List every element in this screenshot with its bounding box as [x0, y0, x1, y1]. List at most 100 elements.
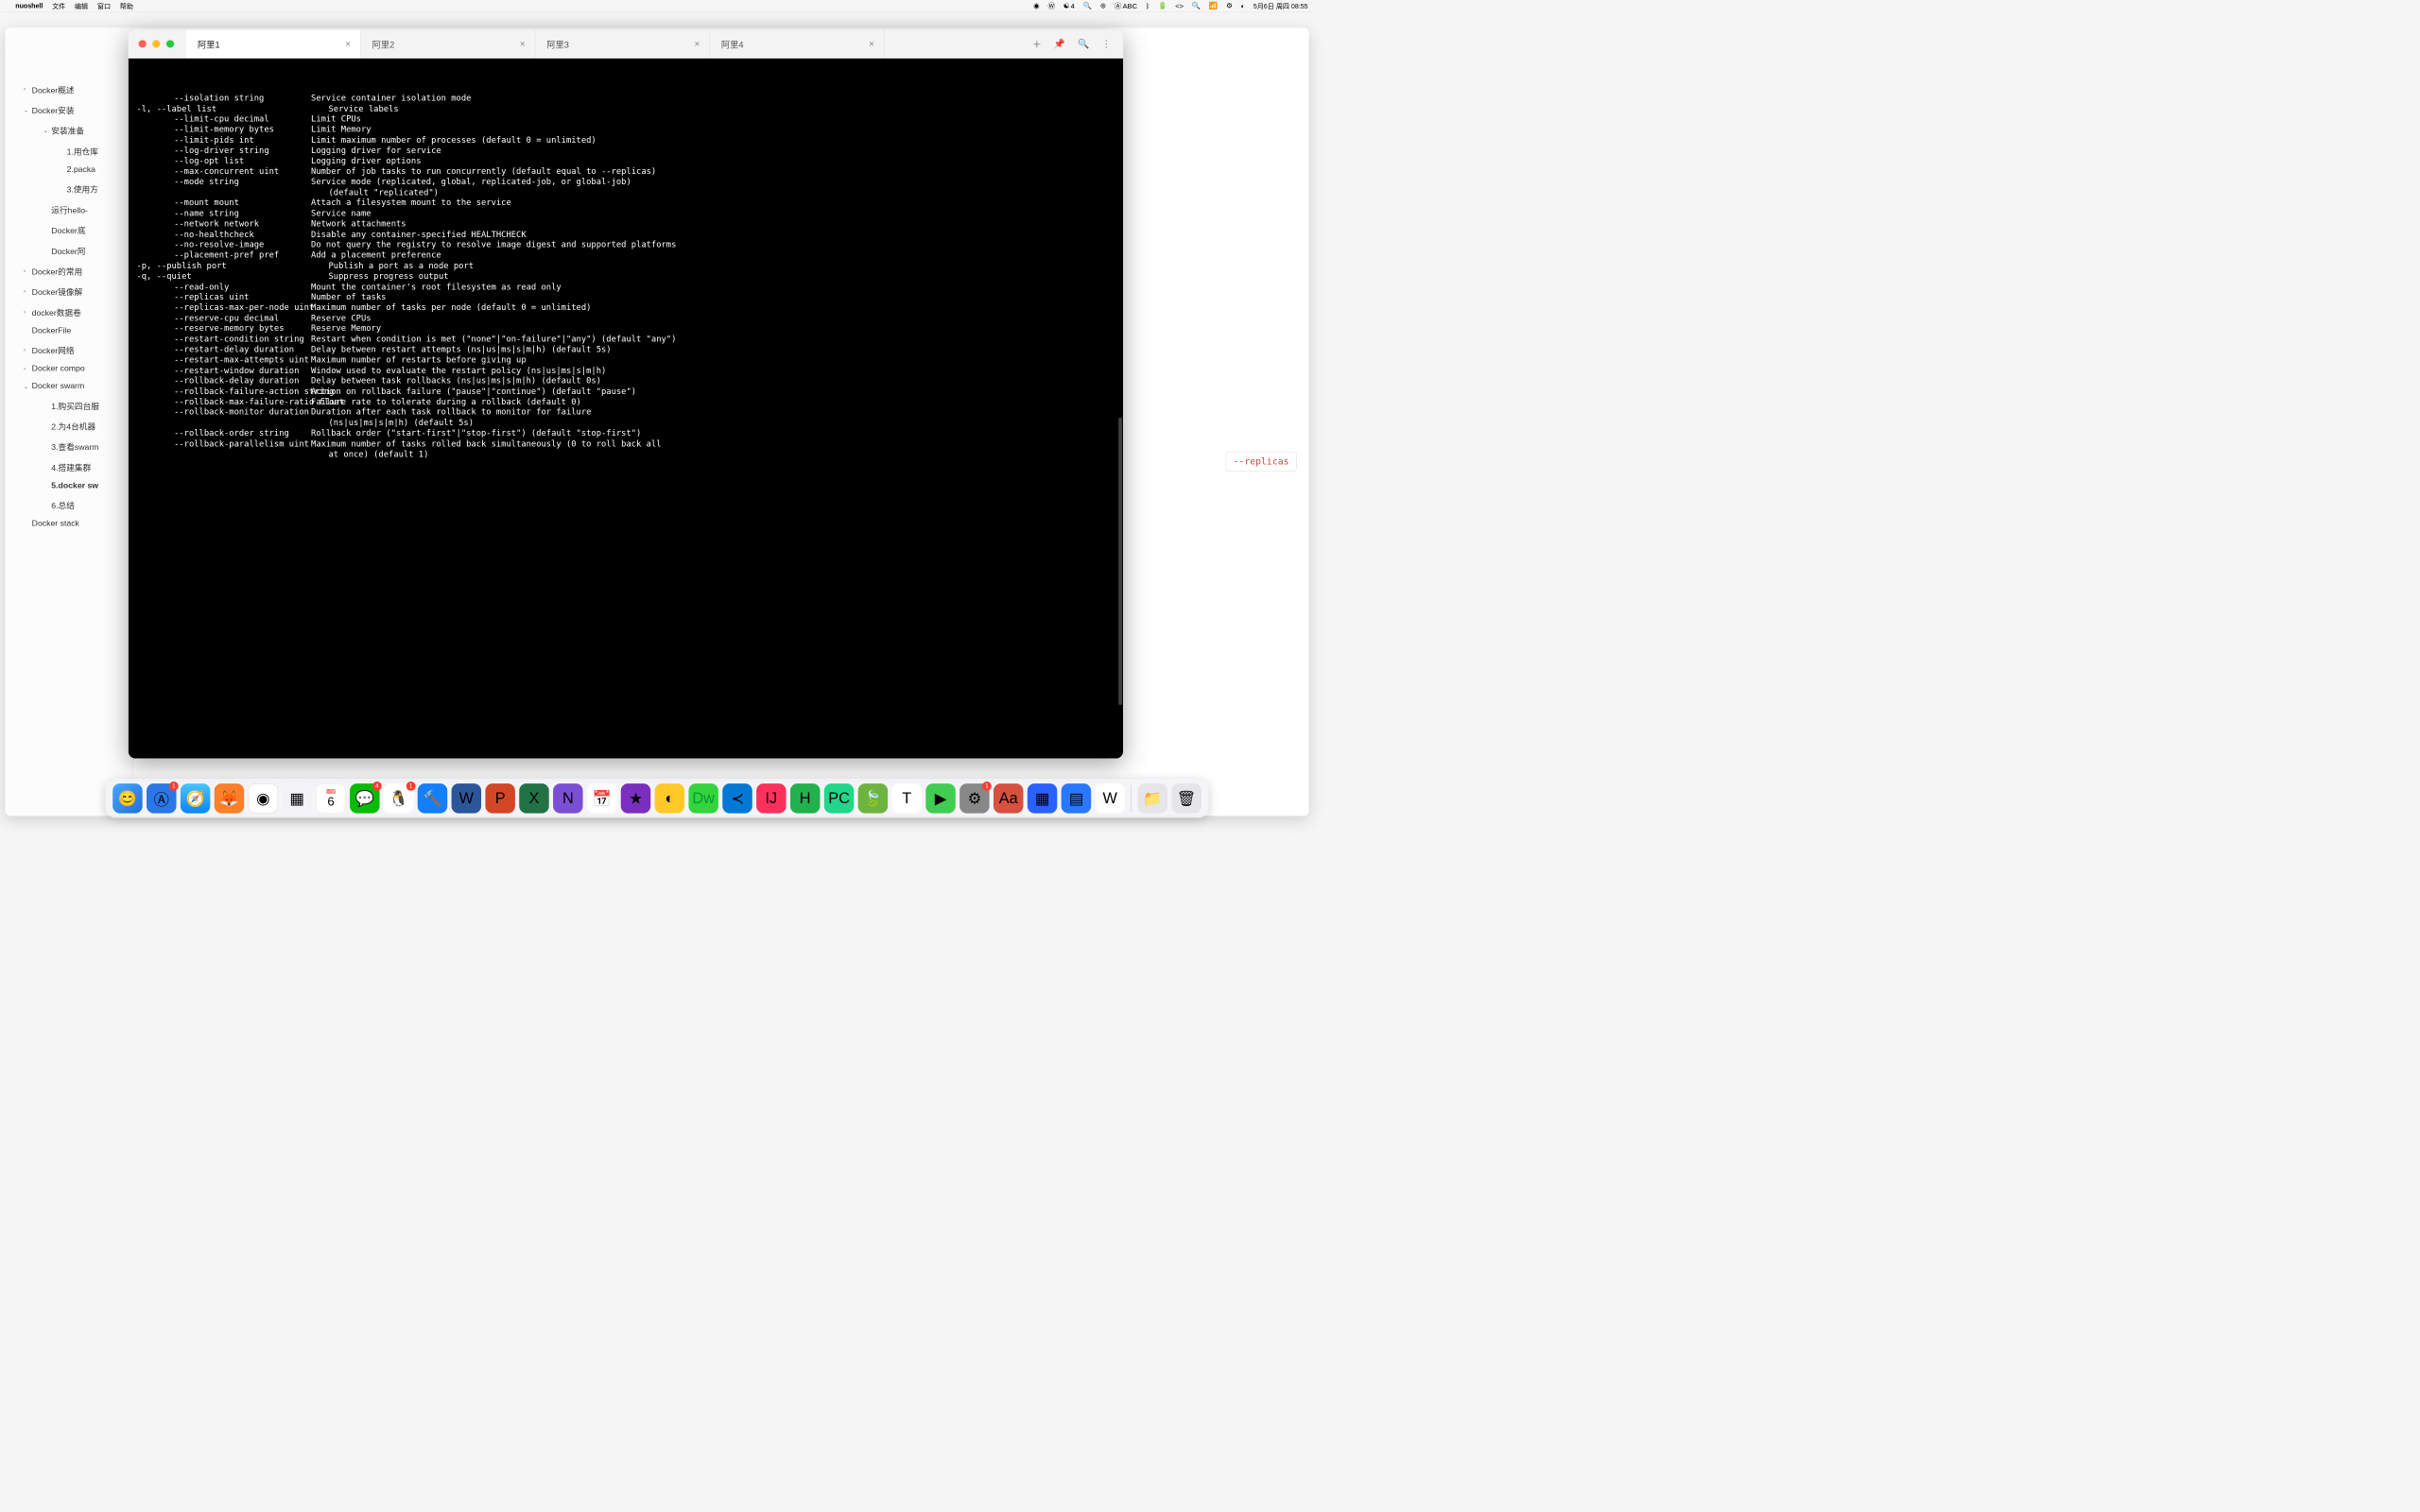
creative-cloud-icon[interactable]: ⊚: [1100, 2, 1106, 10]
wechat-status-icon[interactable]: ☯ 4: [1063, 2, 1075, 10]
spotlight-icon[interactable]: 🔍: [1192, 2, 1201, 10]
dock-dreamweaver[interactable]: Dw: [688, 783, 717, 813]
menu-edit[interactable]: 编辑: [75, 1, 88, 10]
dock-wechat[interactable]: 💬4: [350, 783, 379, 813]
sidebar-item[interactable]: 4.搭建集群: [5, 456, 132, 477]
menu-help[interactable]: 帮助: [120, 1, 133, 10]
terminal-tab[interactable]: 阿里1✕: [186, 29, 361, 58]
tab-close-icon[interactable]: ✕: [694, 40, 700, 48]
record-icon[interactable]: ◉: [1033, 2, 1040, 10]
new-tab-button[interactable]: ＋: [1032, 37, 1042, 50]
menu-window[interactable]: 窗口: [97, 1, 111, 10]
sidebar-item[interactable]: Docker阿: [5, 240, 132, 261]
sidebar-item[interactable]: ⌄Docker swarm: [5, 378, 132, 395]
sidebar-item[interactable]: 5.docker sw: [5, 477, 132, 494]
sidebar-item[interactable]: 3.查看swarm: [5, 437, 132, 457]
siri-icon[interactable]: ◐: [1241, 2, 1246, 10]
dock-numbers[interactable]: ▤: [1062, 783, 1091, 813]
sidebar-item-label: 2.packa: [67, 165, 95, 175]
sidebar-item[interactable]: ›Docker网络: [5, 339, 132, 360]
input-method-icon[interactable]: Ⓐ ABC: [1115, 1, 1137, 11]
dock-imovie[interactable]: ★: [621, 783, 650, 813]
dock-launchpad[interactable]: ▦: [282, 783, 311, 813]
control-center-icon[interactable]: ⚙: [1226, 2, 1233, 10]
dock-powerpoint[interactable]: P: [485, 783, 514, 813]
scrollbar[interactable]: [1118, 418, 1122, 705]
dock-xcode[interactable]: 🔨: [418, 783, 447, 813]
sidebar-item[interactable]: ⌄Docker安装: [5, 99, 132, 120]
option-flag: --no-healthcheck: [136, 229, 311, 239]
dock-dictionary[interactable]: Aa: [994, 783, 1023, 813]
sidebar-item[interactable]: 2.packa: [5, 162, 132, 179]
close-icon[interactable]: [139, 40, 147, 47]
sidebar-item[interactable]: ⌄安装准备: [5, 120, 132, 141]
dock-onenote[interactable]: N: [553, 783, 582, 813]
dock-finder[interactable]: 😊: [112, 783, 142, 813]
dock-calendar2[interactable]: 📅: [587, 783, 616, 813]
dock-yellow-app[interactable]: ◐: [655, 783, 684, 813]
terminal-tab[interactable]: 阿里4 ✕: [710, 29, 885, 58]
sidebar-item[interactable]: Docker底: [5, 219, 132, 240]
sidebar-item[interactable]: 6.总结: [5, 494, 132, 515]
dock-intellij[interactable]: IJ: [756, 783, 786, 813]
sidebar-item[interactable]: ›Docker的常用: [5, 261, 132, 282]
maximize-icon[interactable]: [166, 40, 174, 47]
dock-typora[interactable]: T: [891, 783, 921, 813]
code-icon[interactable]: <>: [1175, 2, 1184, 10]
wifi-icon[interactable]: 📶: [1209, 2, 1218, 10]
dock-trash[interactable]: 🗑: [1171, 783, 1201, 813]
terminal-tabs: 阿里1✕阿里2✕阿里3✕ 阿里4 ✕: [186, 29, 1020, 58]
tab-close-icon[interactable]: ✕: [520, 40, 526, 48]
sidebar-item[interactable]: 1.购买四台服: [5, 395, 132, 416]
dock-wps[interactable]: W: [1095, 783, 1124, 813]
dock-word[interactable]: W: [452, 783, 481, 813]
dock-grid-app[interactable]: ▦: [1028, 783, 1057, 813]
terminal-tab[interactable]: 阿里2✕: [361, 29, 536, 58]
dock-appstore[interactable]: Ⓐ1: [147, 783, 176, 813]
tab-close-icon[interactable]: ✕: [869, 40, 874, 48]
dock-excel[interactable]: X: [519, 783, 548, 813]
terminal-tab[interactable]: 阿里3✕: [535, 29, 710, 58]
dock-hbuilder[interactable]: H: [790, 783, 820, 813]
sidebar-item-label: Docker阿: [51, 244, 85, 256]
battery-icon[interactable]: 🔋: [1158, 2, 1167, 10]
sidebar-item[interactable]: DockerFile: [5, 322, 132, 339]
pin-icon[interactable]: 📌: [1054, 39, 1065, 49]
tab-close-icon[interactable]: ✕: [345, 40, 351, 48]
clock[interactable]: 5月6日 周四 08:55: [1253, 1, 1308, 10]
dock-firefox[interactable]: 🦊: [215, 783, 244, 813]
more-icon[interactable]: ⋮: [1101, 39, 1111, 49]
dock-settings[interactable]: ⚙1: [959, 783, 989, 813]
option-description: Duration after each task rollback to mon…: [311, 407, 1115, 418]
sidebar-item[interactable]: 2.为4台机器: [5, 416, 132, 437]
dock-spring[interactable]: 🍃: [858, 783, 888, 813]
dock-quicktime[interactable]: ▶: [925, 783, 955, 813]
sidebar-item[interactable]: 3.使用方: [5, 179, 132, 199]
sidebar-item[interactable]: 1.用仓库: [5, 141, 132, 162]
dock-folder[interactable]: 📁: [1138, 783, 1167, 813]
dock-vscode[interactable]: ≺: [722, 783, 752, 813]
search-icon[interactable]: 🔍: [1078, 39, 1089, 49]
dock-qq[interactable]: 🐧1: [384, 783, 413, 813]
app-name[interactable]: nuoshell: [15, 2, 43, 9]
terminal-line: --rollback-parallelism uintMaximum numbe…: [136, 438, 1115, 449]
dock-calendar[interactable]: 周四6: [316, 783, 345, 813]
w-app-icon[interactable]: Ⓦ: [1047, 1, 1055, 11]
menu-file[interactable]: 文件: [52, 1, 65, 10]
minimize-icon[interactable]: [152, 40, 160, 47]
sidebar-item-label: 6.总结: [51, 499, 75, 511]
sidebar-item[interactable]: ›docker数据卷: [5, 301, 132, 322]
sidebar-item[interactable]: ›Docker compo: [5, 360, 132, 377]
sidebar-item[interactable]: ›Docker镜像解: [5, 282, 132, 302]
dock-safari[interactable]: 🧭: [181, 783, 210, 813]
bluetooth-icon[interactable]: ᛒ: [1146, 2, 1150, 10]
outline-sidebar[interactable]: ›Docker概述⌄Docker安装⌄安装准备1.用仓库 2.packa 3.使用方…: [5, 27, 133, 816]
dock-pycharm[interactable]: PC: [824, 783, 854, 813]
sidebar-item[interactable]: 运行hello-: [5, 199, 132, 220]
sidebar-item[interactable]: ›Docker概述: [5, 79, 132, 100]
terminal-output[interactable]: --isolation stringService container isol…: [129, 59, 1123, 759]
search-small-icon[interactable]: 🔍: [1083, 2, 1092, 10]
sidebar-item[interactable]: Docker stack: [5, 515, 132, 532]
dock-chrome[interactable]: ◉: [249, 783, 278, 813]
tab-label: 阿里4: [721, 38, 744, 51]
